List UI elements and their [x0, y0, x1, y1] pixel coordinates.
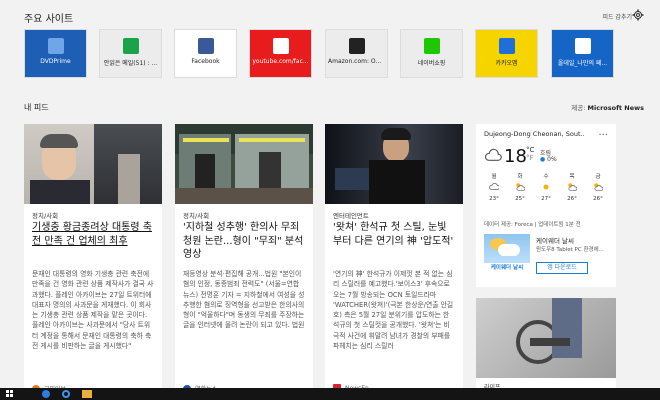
- news-body: 재등영상 분석·편집해 공개...법원 "본인이 혐의 인정, 동종범죄 전력도…: [183, 270, 305, 330]
- weather-card[interactable]: Dujeong-Dong Cheonan, Sout... ... 18 °C …: [476, 124, 616, 287]
- top-site-label: DVDPrime: [40, 58, 71, 65]
- temperature-unit: °C °F: [526, 146, 534, 162]
- top-site-tile[interactable]: Facebook: [174, 29, 237, 78]
- forecast-day-temp: 27°: [541, 196, 551, 202]
- top-sites-title: 주요 사이트: [24, 14, 74, 25]
- news-image: [325, 124, 463, 204]
- feed-provider: 제공: Microsoft News: [571, 102, 644, 112]
- my-feed-title: 내 피드: [24, 103, 49, 112]
- forecast-day-temp: 26°: [593, 196, 603, 202]
- top-site-label: 카카오맵: [495, 60, 518, 67]
- more-options-icon[interactable]: ...: [598, 127, 608, 138]
- weather-location: Dujeong-Dong Cheonan, Sout...: [484, 130, 584, 138]
- rain-drop-icon: ●: [540, 156, 546, 163]
- kweather-subtitle: 윈도우8 Tablet PC 환경에...: [536, 247, 604, 253]
- alldaily-icon: [574, 38, 591, 54]
- top-site-tile[interactable]: youtube.com/fac...: [249, 29, 312, 78]
- top-site-tile[interactable]: 카카오맵: [475, 29, 538, 78]
- top-site-tile[interactable]: 안읽은 메일(51) : ...: [99, 29, 162, 78]
- top-site-label: Amazon.com: Onl...: [328, 58, 385, 65]
- unit-celsius[interactable]: °C: [526, 146, 534, 154]
- forecast-day-name: 목: [569, 174, 575, 180]
- forecast-day-name: 금: [595, 174, 601, 180]
- news-category: 엔터테인먼트: [333, 212, 369, 220]
- forecast-day[interactable]: 수 27°: [534, 172, 558, 212]
- amazon-icon: [348, 38, 365, 54]
- provider-name[interactable]: Microsoft News: [588, 104, 644, 112]
- windows-start-icon[interactable]: [6, 390, 14, 398]
- top-site-tile[interactable]: DVDPrime: [24, 29, 87, 78]
- partly-sunny-icon: [568, 183, 578, 191]
- forecast-day[interactable]: 목 26°: [560, 172, 584, 212]
- dvdprime-icon: [47, 38, 64, 54]
- kweather-logo-text: 케이웨더 날씨: [484, 263, 530, 274]
- facebook-icon: [197, 38, 214, 54]
- news-image: [175, 124, 313, 204]
- news-body: '연기의 神' 한석규가 이제껏 본 적 없는 심리 스릴러를 예고했다.'보이…: [333, 270, 454, 351]
- browser-taskbar-icon[interactable]: [42, 390, 50, 398]
- top-sites-tiles: DVDPrime 안읽은 메일(51) : ... Facebook youtube.…: [24, 29, 616, 78]
- top-site-label: 올데일_나만의 페...: [557, 60, 608, 67]
- forecast-days: 월 23° 화 25° 수 27° 목 26° 금 26°: [482, 172, 610, 212]
- forecast-day[interactable]: 금 26°: [586, 172, 610, 212]
- news-image: [476, 298, 616, 378]
- news-card[interactable]: 정치/사회 '지하철 성추행' 한의사 무죄 청원 논란...형이 "무죄" 분…: [175, 124, 313, 400]
- partly-sunny-icon: [594, 183, 604, 191]
- top-site-tile[interactable]: 네이버쇼핑: [400, 29, 463, 78]
- top-sites-header: 주요 사이트 피드 감추기: [0, 0, 660, 30]
- kakaomap-icon: [498, 38, 515, 54]
- forecast-day-temp: 25°: [515, 196, 525, 202]
- sunny-icon: [543, 184, 549, 190]
- news-headline[interactable]: 기생충 황금종려상 대통령 축전 만족 건 업체의 최후: [32, 221, 154, 248]
- top-site-label: 안읽은 메일(51) : ...: [103, 60, 158, 67]
- news-card[interactable]: 정치/사회 기생충 황금종려상 대통령 축전 만족 건 업체의 최후 문재인 대…: [24, 124, 162, 400]
- top-site-label: youtube.com/fac...: [252, 58, 309, 65]
- mail-icon: [122, 38, 139, 54]
- news-category: 정치/사회: [32, 212, 59, 220]
- rain-chance: ● 0%: [540, 156, 557, 163]
- cloud-icon: [489, 183, 500, 190]
- kweather-title: 케이웨더 날씨: [536, 237, 574, 245]
- naver-shopping-icon: [423, 38, 440, 54]
- kweather-ad-image[interactable]: 케이웨더 날씨: [484, 234, 530, 274]
- explorer-taskbar-icon[interactable]: [82, 390, 92, 398]
- forecast-day[interactable]: 월 23°: [482, 172, 506, 212]
- top-site-label: 네이버쇼핑: [417, 60, 446, 67]
- gear-icon[interactable]: [632, 9, 644, 21]
- youtube-icon: [272, 38, 289, 54]
- windows-taskbar: [0, 388, 660, 400]
- news-image: [24, 124, 162, 204]
- weather-source: 데이터 제공: Foreca | 업데이트됨 1분 전: [484, 222, 581, 228]
- forecast-day[interactable]: 화 25°: [508, 172, 532, 212]
- current-temperature: 18: [504, 146, 527, 167]
- forecast-day-name: 화: [517, 174, 523, 180]
- news-category: 정치/사회: [183, 212, 210, 220]
- news-headline[interactable]: '지하철 성추행' 한의사 무죄 청원 논란...형이 "무죄" 분석 영상: [183, 221, 305, 262]
- top-site-tile[interactable]: Amazon.com: Onl...: [325, 29, 388, 78]
- forecast-day-name: 월: [491, 174, 497, 180]
- forecast-day-name: 수: [543, 174, 549, 180]
- partly-sunny-icon: [516, 183, 526, 191]
- news-headline[interactable]: '왓쳐' 한석규 첫 스틸, 눈빛부터 다른 연기의 神 '압도적': [333, 221, 455, 248]
- unit-fahrenheit[interactable]: °F: [526, 154, 534, 162]
- news-body: 문재인 대통령의 영화 기생충 관련 축전에 만족을 건 영화 관련 상품 제작…: [32, 270, 154, 351]
- cloud-icon: [484, 148, 502, 161]
- top-site-tile[interactable]: 올데일_나만의 페...: [551, 29, 614, 78]
- hide-feed-link[interactable]: 피드 감추기: [602, 12, 632, 21]
- app-download-button[interactable]: 앱 다운로드: [536, 262, 588, 274]
- forecast-day-temp: 26°: [567, 196, 577, 202]
- news-card[interactable]: 엔터테인먼트 '왓쳐' 한석규 첫 스틸, 눈빛부터 다른 연기의 神 '압도적…: [325, 124, 463, 400]
- forecast-day-temp: 23°: [489, 196, 499, 202]
- edge-taskbar-icon[interactable]: [62, 390, 70, 398]
- provider-prefix: 제공:: [571, 104, 586, 112]
- rain-chance-value: 0%: [547, 156, 557, 163]
- top-site-label: Facebook: [191, 58, 220, 65]
- news-card[interactable]: 라이프: [476, 298, 616, 400]
